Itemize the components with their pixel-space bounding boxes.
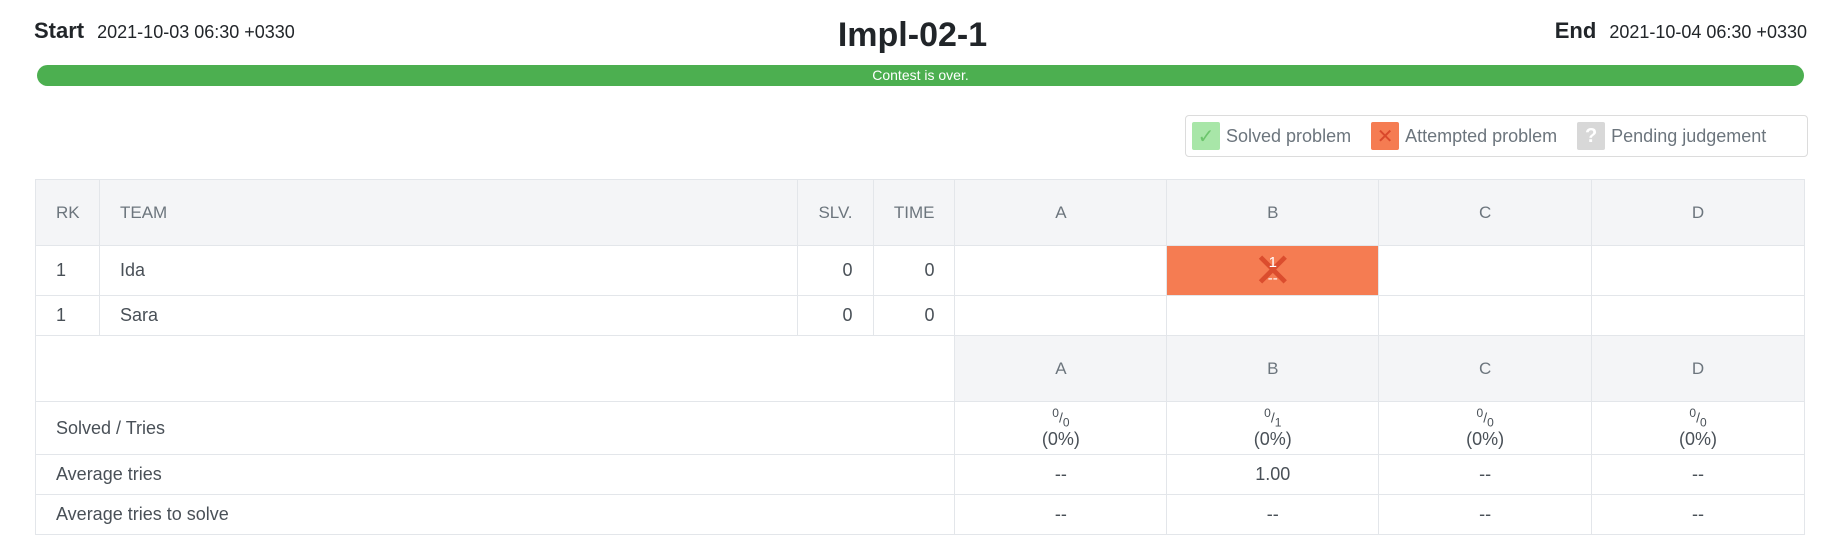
cross-icon: ✕ bbox=[1371, 122, 1400, 150]
stats-problem-c[interactable]: C bbox=[1378, 335, 1593, 402]
stats-avg-tries-b: 1.00 bbox=[1166, 454, 1380, 495]
stats-avg-tries-solve-d: -- bbox=[1591, 494, 1805, 535]
contest-end: End 2021-10-04 06:30 +0330 bbox=[1555, 18, 1807, 44]
stats-solved-tries-a: 0/0 (0%) bbox=[954, 401, 1168, 455]
stats-avg-tries-solve-c: -- bbox=[1378, 494, 1593, 535]
stats-avg-tries-row: Average tries -- 1.00 -- -- bbox=[34, 454, 1805, 495]
legend-attempted-label: Attempted problem bbox=[1405, 125, 1558, 146]
team-solved: 0 bbox=[796, 245, 874, 296]
stats-avg-tries-solve-row: Average tries to solve -- -- -- -- bbox=[34, 494, 1805, 535]
team-problem-d-cell bbox=[1591, 245, 1805, 296]
stats-avg-tries-d: -- bbox=[1591, 454, 1805, 495]
stats-avg-tries-c: -- bbox=[1378, 454, 1593, 495]
team-rank: 1 bbox=[35, 245, 100, 296]
stats-solved-tries-label: Solved / Tries bbox=[34, 401, 956, 455]
team-problem-d-cell bbox=[1591, 295, 1805, 336]
scoreboard-legend: ✓ Solved problem ✕ Attempted problem ? P… bbox=[1185, 115, 1808, 157]
scoreboard-table: RK TEAM SLV. TIME A B C D 1 Ida 0 0 ✕ 1 … bbox=[34, 179, 1805, 535]
problem-time: -- bbox=[1267, 269, 1278, 287]
stats-solved-tries-c: 0/0 (0%) bbox=[1378, 401, 1593, 455]
legend-pending-label: Pending judgement bbox=[1611, 125, 1767, 146]
stats-problem-b[interactable]: B bbox=[1166, 335, 1380, 402]
col-rank: RK bbox=[35, 179, 100, 246]
contest-title: Impl-02-1 bbox=[837, 16, 988, 54]
stats-header-spacer bbox=[34, 335, 956, 402]
contest-progress-bar: Contest is over. bbox=[37, 65, 1804, 86]
team-problem-c-cell bbox=[1378, 295, 1593, 336]
end-time: 2021-10-04 06:30 +0330 bbox=[1609, 22, 1807, 42]
team-problem-b-cell: ✕ 1 -- bbox=[1166, 245, 1380, 298]
col-team: TEAM bbox=[98, 179, 798, 246]
stats-problem-d[interactable]: D bbox=[1591, 335, 1805, 402]
col-time: TIME bbox=[872, 179, 956, 246]
stats-problem-a[interactable]: A bbox=[954, 335, 1168, 402]
stats-header-row: A B C D bbox=[34, 335, 1805, 402]
col-problem-b[interactable]: B bbox=[1166, 179, 1380, 246]
legend-attempted: ✕ Attempted problem bbox=[1371, 122, 1557, 150]
team-rank: 1 bbox=[35, 295, 100, 336]
col-problem-c[interactable]: C bbox=[1378, 179, 1593, 246]
stats-solved-tries-b: 0/1 (0%) bbox=[1166, 401, 1380, 455]
stats-solved-tries-d: 0/0 (0%) bbox=[1591, 401, 1805, 455]
team-row: 1 Ida 0 0 ✕ 1 -- bbox=[35, 245, 1805, 298]
problem-tries: 1 bbox=[1268, 253, 1277, 271]
team-problem-b-cell bbox=[1166, 295, 1380, 336]
team-problem-c-cell bbox=[1378, 245, 1593, 296]
col-problem-d[interactable]: D bbox=[1591, 179, 1805, 246]
team-time: 0 bbox=[872, 245, 956, 296]
team-name[interactable]: Sara bbox=[98, 295, 798, 336]
stats-avg-tries-solve-label: Average tries to solve bbox=[34, 494, 956, 535]
col-solved: SLV. bbox=[796, 179, 874, 246]
question-icon: ? bbox=[1577, 122, 1606, 150]
legend-pending: ? Pending judgement bbox=[1577, 122, 1766, 150]
end-label: End bbox=[1554, 18, 1597, 43]
stats-avg-tries-solve-b: -- bbox=[1166, 494, 1380, 535]
team-problem-a-cell bbox=[954, 295, 1168, 336]
stats-avg-tries-solve-a: -- bbox=[954, 494, 1168, 535]
team-time: 0 bbox=[872, 295, 956, 336]
col-problem-a[interactable]: A bbox=[954, 179, 1168, 246]
team-row: 1 Sara 0 0 bbox=[35, 295, 1805, 336]
team-problem-a-cell bbox=[954, 245, 1168, 296]
stats-avg-tries-label: Average tries bbox=[34, 454, 956, 495]
contest-header: Start 2021-10-03 06:30 +0330 Impl-02-1 E… bbox=[0, 0, 1825, 70]
check-icon: ✓ bbox=[1192, 122, 1220, 150]
stats-solved-tries-row: Solved / Tries 0/0 (0%) 0/1 (0%) 0/0 (0%… bbox=[34, 401, 1805, 455]
stats-avg-tries-a: -- bbox=[954, 454, 1168, 495]
team-solved: 0 bbox=[796, 295, 874, 336]
scoreboard-header-row: RK TEAM SLV. TIME A B C D bbox=[35, 179, 1805, 246]
legend-solved-label: Solved problem bbox=[1226, 125, 1352, 146]
legend-solved: ✓ Solved problem bbox=[1192, 122, 1351, 150]
team-name[interactable]: Ida bbox=[98, 245, 798, 296]
